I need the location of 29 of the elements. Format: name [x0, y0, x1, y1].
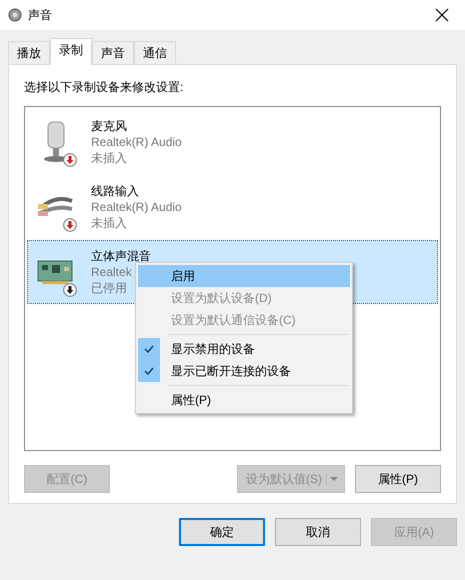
speaker-icon — [8, 8, 22, 22]
device-name: 立体声混音 — [91, 248, 151, 264]
device-status: 未插入 — [91, 215, 128, 231]
instruction-text: 选择以下录制设备来修改设置: — [24, 79, 184, 96]
device-item[interactable]: 麦克风 Realtek(R) Audio 未插入 — [27, 110, 438, 174]
menu-item[interactable]: 显示禁用的设备 — [138, 338, 350, 360]
tab[interactable]: 录制 — [50, 38, 92, 65]
tab[interactable]: 声音 — [92, 41, 134, 64]
down-arrow-badge-icon — [63, 153, 77, 167]
device-driver: Realtek(R) Audio — [91, 134, 182, 150]
menu-item[interactable]: 属性(P) — [138, 389, 350, 411]
device-item[interactable]: 线路输入 Realtek(R) Audio 未插入 — [27, 175, 438, 239]
panel-button[interactable]: 属性(P) — [355, 465, 441, 493]
tab[interactable]: 通信 — [134, 41, 176, 64]
menu-item[interactable]: 显示已断开连接的设备 — [138, 360, 350, 382]
down-arrow-badge-icon — [63, 218, 77, 232]
device-name: 麦克风 — [91, 118, 128, 134]
menu-item[interactable]: 启用 — [138, 265, 350, 287]
device-driver: Realtek — [91, 264, 133, 280]
device-status: 未插入 — [91, 150, 128, 166]
down-arrow-badge-icon — [63, 283, 77, 297]
device-driver: Realtek(R) Audio — [91, 199, 182, 215]
window-title: 声音 — [28, 6, 53, 24]
dialog-button[interactable]: 确定 — [179, 518, 265, 546]
device-status: 已停用 — [91, 280, 128, 296]
device-name: 线路输入 — [91, 183, 140, 199]
dialog-button[interactable]: 取消 — [275, 518, 361, 546]
dropdown-arrow-icon — [326, 474, 340, 484]
tab[interactable]: 播放 — [8, 41, 50, 64]
